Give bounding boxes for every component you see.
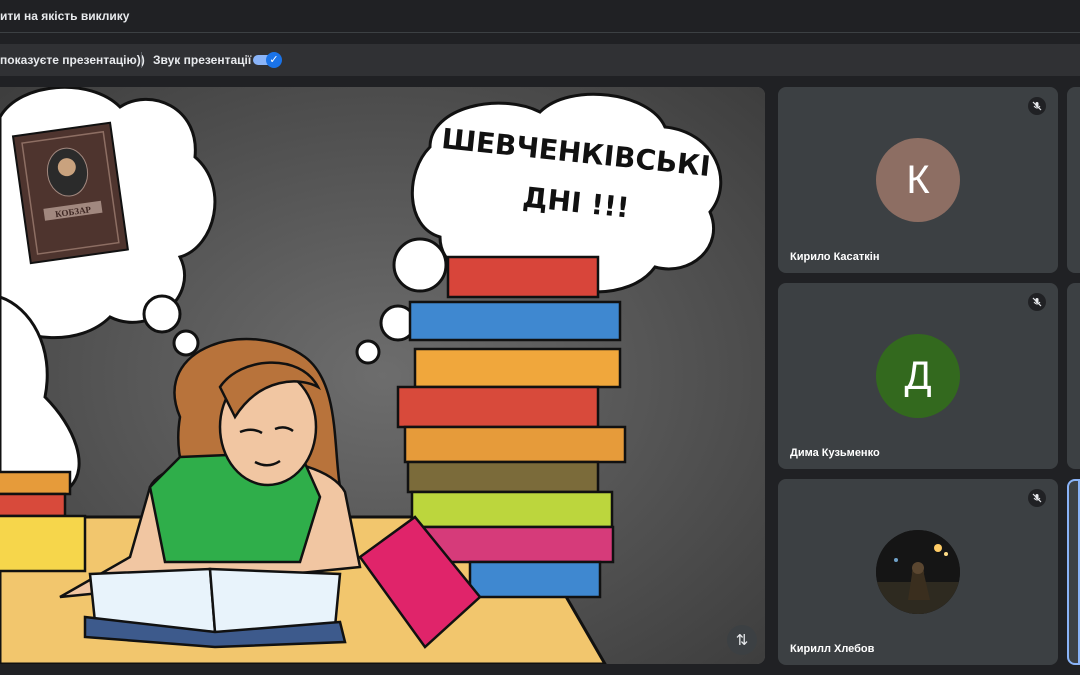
- mic-off-icon: [1028, 489, 1046, 507]
- swap-vertical-icon[interactable]: ⇅: [727, 625, 757, 655]
- participant-tile[interactable]: Д Дима Кузьменко: [778, 283, 1058, 469]
- avatar: К: [876, 138, 960, 222]
- mic-off-icon: [1028, 293, 1046, 311]
- kobzar-book-icon: КОБЗАР: [11, 121, 129, 265]
- call-quality-text[interactable]: ити на якість виклику: [0, 9, 129, 23]
- slide-illustration: КОБЗАР ШЕВЧЕНКІВСЬКІ ДНІ !!!: [0, 87, 765, 664]
- avatar: Д: [876, 334, 960, 418]
- presentation-bar: показуєте презентацію)) Звук презентації: [0, 44, 1080, 76]
- participant-tile-partial[interactable]: [1067, 283, 1080, 469]
- participant-tile[interactable]: К Кирило Касаткін: [778, 87, 1058, 273]
- call-quality-bar: ити на якість виклику: [0, 0, 1080, 32]
- participant-tile-partial[interactable]: [1067, 87, 1080, 273]
- divider: [0, 32, 1080, 33]
- check-icon: ✓: [266, 52, 282, 68]
- open-book: [83, 567, 347, 649]
- participant-name: Дима Кузьменко: [790, 447, 880, 459]
- participant-tile[interactable]: Кирилл Хлебов: [778, 479, 1058, 665]
- shared-presentation: КОБЗАР ШЕВЧЕНКІВСЬКІ ДНІ !!!: [0, 87, 765, 664]
- presentation-audio-toggle[interactable]: ✓: [253, 52, 283, 68]
- presentation-audio-label: Звук презентації: [153, 53, 252, 67]
- participant-tile-partial[interactable]: [1067, 479, 1080, 665]
- mic-off-icon: [1028, 97, 1046, 115]
- participant-name: Кирило Касаткін: [790, 251, 880, 263]
- avatar-photo: [876, 530, 960, 614]
- participant-name: Кирилл Хлебов: [790, 643, 875, 655]
- presenting-message: показуєте презентацію)): [0, 53, 145, 67]
- divider: [141, 52, 142, 68]
